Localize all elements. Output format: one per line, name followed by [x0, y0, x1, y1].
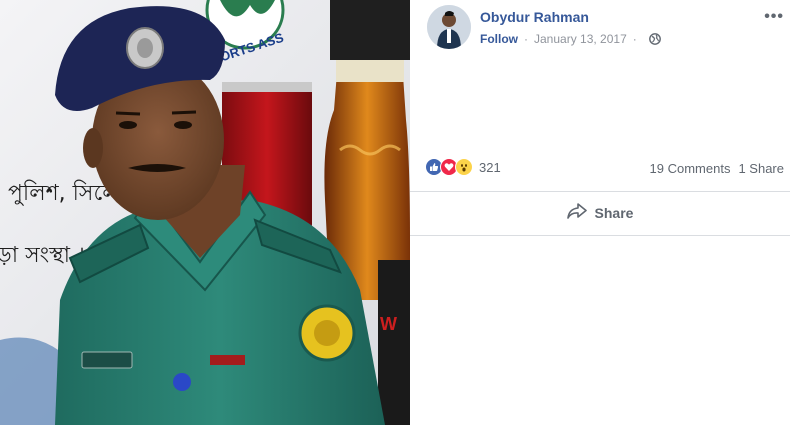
svg-text:W: W	[380, 314, 397, 334]
shares-count[interactable]: 1 Share	[738, 161, 784, 176]
reaction-count: 321	[479, 159, 501, 175]
meta-separator: ·	[632, 32, 637, 46]
author-name[interactable]: Obydur Rahman	[480, 9, 589, 25]
post-date[interactable]: January 13, 2017	[534, 32, 627, 46]
share-button[interactable]: Share	[410, 192, 790, 234]
post-photo[interactable]: ORTS ASS W পুলিশ, সিলে ড়া সংস্থা ।	[0, 0, 410, 425]
reactions-summary[interactable]: 321	[425, 158, 501, 176]
comments-count[interactable]: 19 Comments	[650, 161, 731, 176]
share-label: Share	[594, 205, 634, 221]
author-avatar[interactable]	[427, 5, 471, 49]
post-meta: Follow · January 13, 2017 ·	[480, 32, 661, 46]
more-options-icon[interactable]: •••	[764, 8, 784, 26]
divider	[410, 235, 790, 236]
engagement-counts: 19 Comments 1 Share	[650, 161, 784, 176]
meta-separator: ·	[524, 32, 528, 46]
officer-photo: ORTS ASS W পুলিশ, সিলে ড়া সংস্থা ।	[0, 0, 410, 425]
follow-link[interactable]: Follow	[480, 32, 518, 46]
banner-text-1: পুলিশ, সিলে	[8, 180, 119, 206]
globe-icon[interactable]	[648, 33, 661, 45]
wow-icon	[455, 158, 473, 176]
post-panel: Obydur Rahman Follow · January 13, 2017 …	[410, 0, 790, 425]
share-arrow-icon	[566, 202, 587, 224]
